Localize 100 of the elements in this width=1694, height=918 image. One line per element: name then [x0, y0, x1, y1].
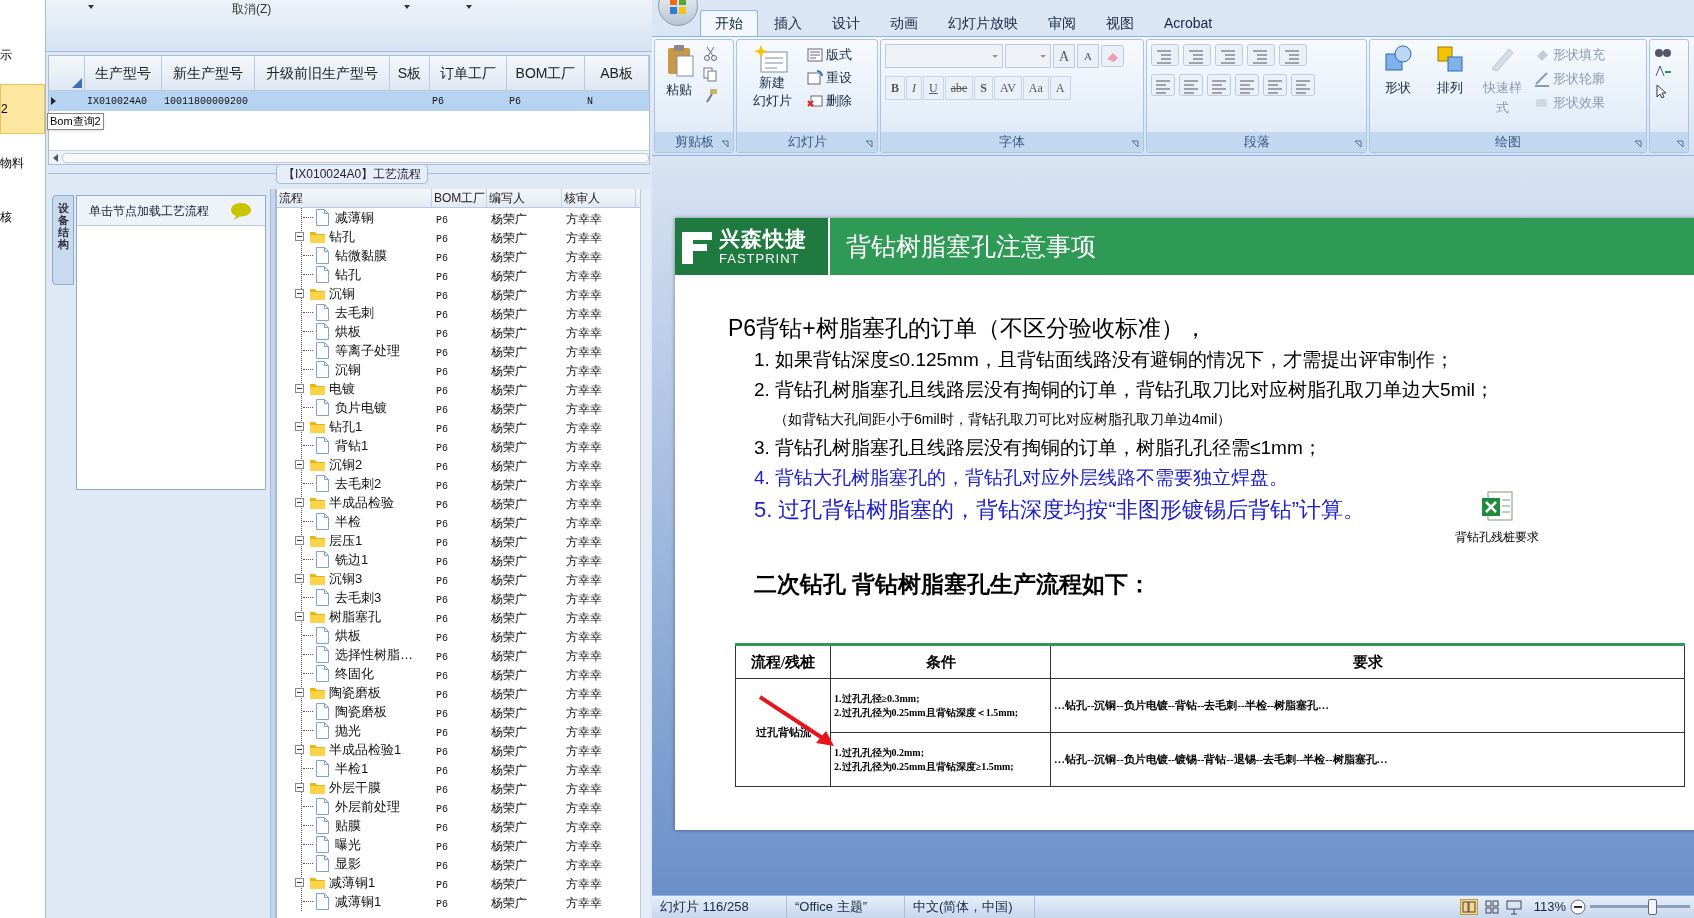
grid-row[interactable]: IX010024A0 10011800009200 P6 P6 N — [49, 91, 649, 111]
collapse-icon[interactable] — [295, 498, 304, 507]
tree-node-label[interactable]: 半成品检验 — [329, 492, 394, 513]
collapse-icon[interactable] — [295, 745, 304, 754]
tree-node-label[interactable]: 终固化 — [335, 663, 374, 684]
attachment-label[interactable]: 背钻孔残桩要求 — [1455, 528, 1539, 546]
tree-node-label[interactable]: 背钻1 — [335, 435, 369, 456]
collapse-icon[interactable] — [295, 232, 304, 241]
align-right-icon[interactable] — [1207, 74, 1231, 96]
tree-node-label[interactable]: 贴膜 — [335, 815, 361, 836]
format-button[interactable]: B — [885, 76, 905, 100]
column-header[interactable]: 流程 — [277, 189, 432, 207]
collapse-icon[interactable] — [295, 688, 304, 697]
justify-icon[interactable] — [1235, 74, 1259, 96]
paste-button[interactable]: 粘贴 — [659, 44, 699, 100]
align-left-icon[interactable] — [1151, 74, 1175, 96]
format-button[interactable]: Aa — [1022, 76, 1049, 100]
column-header[interactable]: BOM工厂 — [432, 189, 487, 207]
tree-node-label[interactable]: 去毛刺 — [335, 302, 374, 323]
dialog-launcher-icon[interactable] — [1634, 140, 1642, 148]
copy-icon[interactable] — [703, 67, 718, 82]
font-size-field[interactable] — [1005, 44, 1051, 68]
ribbon-tab[interactable]: Acrobat — [1150, 10, 1227, 36]
tree-node-label[interactable]: 钻孔1 — [329, 416, 363, 437]
tree-node-label[interactable]: 曝光 — [335, 834, 361, 855]
increase-indent-icon[interactable] — [1247, 44, 1275, 66]
ribbon-tab[interactable]: 开始 — [700, 10, 758, 36]
decrease-indent-icon[interactable] — [1215, 44, 1243, 66]
tree-node-label[interactable]: 沉铜 — [329, 283, 355, 304]
normal-view-icon[interactable] — [1459, 899, 1478, 915]
tree-node-label[interactable]: 半检 — [335, 511, 361, 532]
nav-item[interactable]: 示 — [0, 30, 45, 80]
tree-node-label[interactable]: 钻孔 — [329, 226, 355, 247]
dialog-launcher-icon[interactable] — [1676, 140, 1684, 148]
ribbon-button[interactable]: 版式 — [807, 44, 852, 66]
ribbon-tab[interactable]: 视图 — [1092, 10, 1148, 36]
tree-node-label[interactable]: 去毛刺3 — [335, 587, 382, 608]
nav-item[interactable]: 核 — [0, 192, 45, 242]
column-header[interactable]: 新生产型号 — [162, 56, 255, 90]
column-header[interactable]: AB板 — [585, 56, 649, 90]
bullets-icon[interactable] — [1151, 44, 1179, 66]
ribbon-button[interactable]: 重设 — [807, 67, 852, 89]
font-size-button[interactable]: A — [1053, 44, 1075, 68]
collapse-icon[interactable] — [295, 783, 304, 792]
line-spacing-icon[interactable] — [1279, 44, 1307, 66]
slide-show-icon[interactable] — [1505, 899, 1522, 915]
format-button[interactable]: S — [974, 76, 994, 100]
align-center-icon[interactable] — [1179, 74, 1203, 96]
nav-item[interactable]: 物料 — [0, 138, 45, 188]
scroll-left-icon[interactable] — [53, 153, 58, 162]
tree-node-label[interactable]: 减薄铜1 — [329, 872, 376, 893]
collapse-icon[interactable] — [295, 289, 304, 298]
spreadsheet-icon[interactable] — [1480, 490, 1514, 522]
tree-node-label[interactable]: 铣边1 — [335, 549, 369, 570]
dropdown-caret-icon[interactable] — [88, 5, 94, 9]
tree-node-label[interactable]: 选择性树脂… — [335, 644, 413, 665]
tree-node-label[interactable]: 烘板 — [335, 321, 361, 342]
column-header[interactable]: S板 — [390, 56, 430, 90]
dialog-launcher-icon[interactable] — [1354, 140, 1362, 148]
collapse-icon[interactable] — [295, 460, 304, 469]
tree-node-label[interactable]: 显影 — [335, 853, 361, 874]
column-header[interactable]: 核审人 — [562, 189, 636, 207]
replace-icon[interactable] — [1654, 64, 1672, 78]
cancel-button[interactable]: 取消(Z) — [226, 0, 278, 18]
column-header[interactable]: 订单工厂 — [430, 56, 507, 90]
collapse-icon[interactable] — [295, 574, 304, 583]
tree-node-label[interactable]: 电镀 — [329, 378, 355, 399]
vertical-scrollbar[interactable] — [640, 189, 650, 918]
ribbon-button[interactable]: 排列 — [1426, 44, 1474, 98]
tree-node-label[interactable]: 层压1 — [329, 530, 363, 551]
tree-node-label[interactable]: 钻孔 — [335, 264, 361, 285]
ribbon-button[interactable]: 删除 — [807, 90, 852, 112]
tree-node-label[interactable]: 半检1 — [335, 758, 369, 779]
ribbon-tab[interactable]: 插入 — [760, 10, 816, 36]
tree-node-label[interactable]: 半成品检验1 — [329, 739, 402, 760]
dropdown-caret-icon[interactable] — [466, 5, 472, 9]
slide-sorter-icon[interactable] — [1483, 899, 1500, 915]
ribbon-tab[interactable]: 幻灯片放映 — [934, 10, 1032, 36]
side-tab[interactable]: 设备结构 — [52, 195, 74, 285]
tree-node-label[interactable]: 去毛刺2 — [335, 473, 382, 494]
tree-node-label[interactable]: 树脂塞孔 — [329, 606, 381, 627]
dropdown-caret-icon[interactable] — [404, 5, 410, 9]
dialog-launcher-icon[interactable] — [721, 140, 729, 148]
column-header[interactable]: BOM工厂 — [507, 56, 585, 90]
format-button[interactable]: abe — [944, 76, 974, 100]
distribute-icon[interactable] — [1263, 74, 1287, 96]
dialog-launcher-icon[interactable] — [865, 140, 873, 148]
tree-node-label[interactable]: 减薄铜1 — [335, 891, 382, 912]
tree-node-label[interactable]: 沉铜 — [335, 359, 361, 380]
ribbon-tab[interactable]: 动画 — [876, 10, 932, 36]
collapse-icon[interactable] — [295, 612, 304, 621]
tree-node-label[interactable]: 等离子处理 — [335, 340, 400, 361]
tree-node-label[interactable]: 负片电镀 — [335, 397, 387, 418]
brush-icon[interactable] — [703, 88, 718, 103]
column-header[interactable]: 升级前旧生产型号 — [255, 56, 390, 90]
collapse-icon[interactable] — [295, 422, 304, 431]
tree-node-label[interactable]: 减薄铜 — [335, 207, 374, 228]
tree-node-label[interactable]: 抛光 — [335, 720, 361, 741]
collapse-icon[interactable] — [295, 384, 304, 393]
collapse-icon[interactable] — [295, 536, 304, 545]
